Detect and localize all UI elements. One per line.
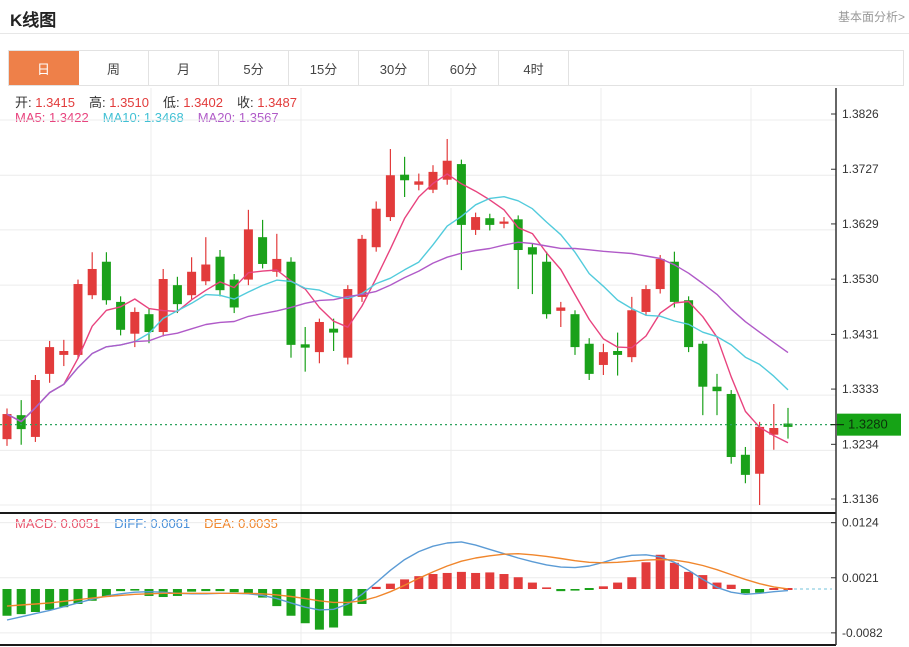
tab-5分[interactable]: 5分 (219, 51, 289, 85)
svg-text:0.0124: 0.0124 (842, 516, 879, 530)
tab-30分[interactable]: 30分 (359, 51, 429, 85)
svg-text:1.3826: 1.3826 (842, 107, 879, 121)
svg-text:0.0021: 0.0021 (842, 571, 879, 585)
svg-text:1.3530: 1.3530 (842, 272, 879, 286)
svg-text:1.3280: 1.3280 (848, 417, 888, 432)
interval-tabbar: 日周月5分15分30分60分4时 (8, 50, 904, 86)
tab-日[interactable]: 日 (9, 51, 79, 85)
fundamental-analysis-link[interactable]: 基本面分析> (838, 8, 905, 25)
tab-15分[interactable]: 15分 (289, 51, 359, 85)
svg-text:1.3234: 1.3234 (842, 437, 879, 451)
svg-text:1.3136: 1.3136 (842, 492, 879, 506)
kline-page: { "header": { "title": "K线图", "link_labe… (0, 0, 909, 647)
tab-周[interactable]: 周 (79, 51, 149, 85)
tab-月[interactable]: 月 (149, 51, 219, 85)
tab-60分[interactable]: 60分 (429, 51, 499, 85)
svg-text:1.3727: 1.3727 (842, 162, 879, 176)
title-divider (0, 33, 909, 34)
svg-text:1.3333: 1.3333 (842, 382, 879, 396)
tab-4时[interactable]: 4时 (499, 51, 569, 85)
svg-text:1.3629: 1.3629 (842, 217, 879, 231)
svg-text:1.3431: 1.3431 (842, 327, 879, 341)
page-title: K线图 (10, 6, 56, 31)
svg-text:-0.0082: -0.0082 (842, 626, 883, 640)
tabbar-filler (569, 51, 903, 85)
kline-chart[interactable]: 1.3826 1.3727 1.3629 1.3530 1.3431 1.3333 1.32… (0, 88, 909, 647)
